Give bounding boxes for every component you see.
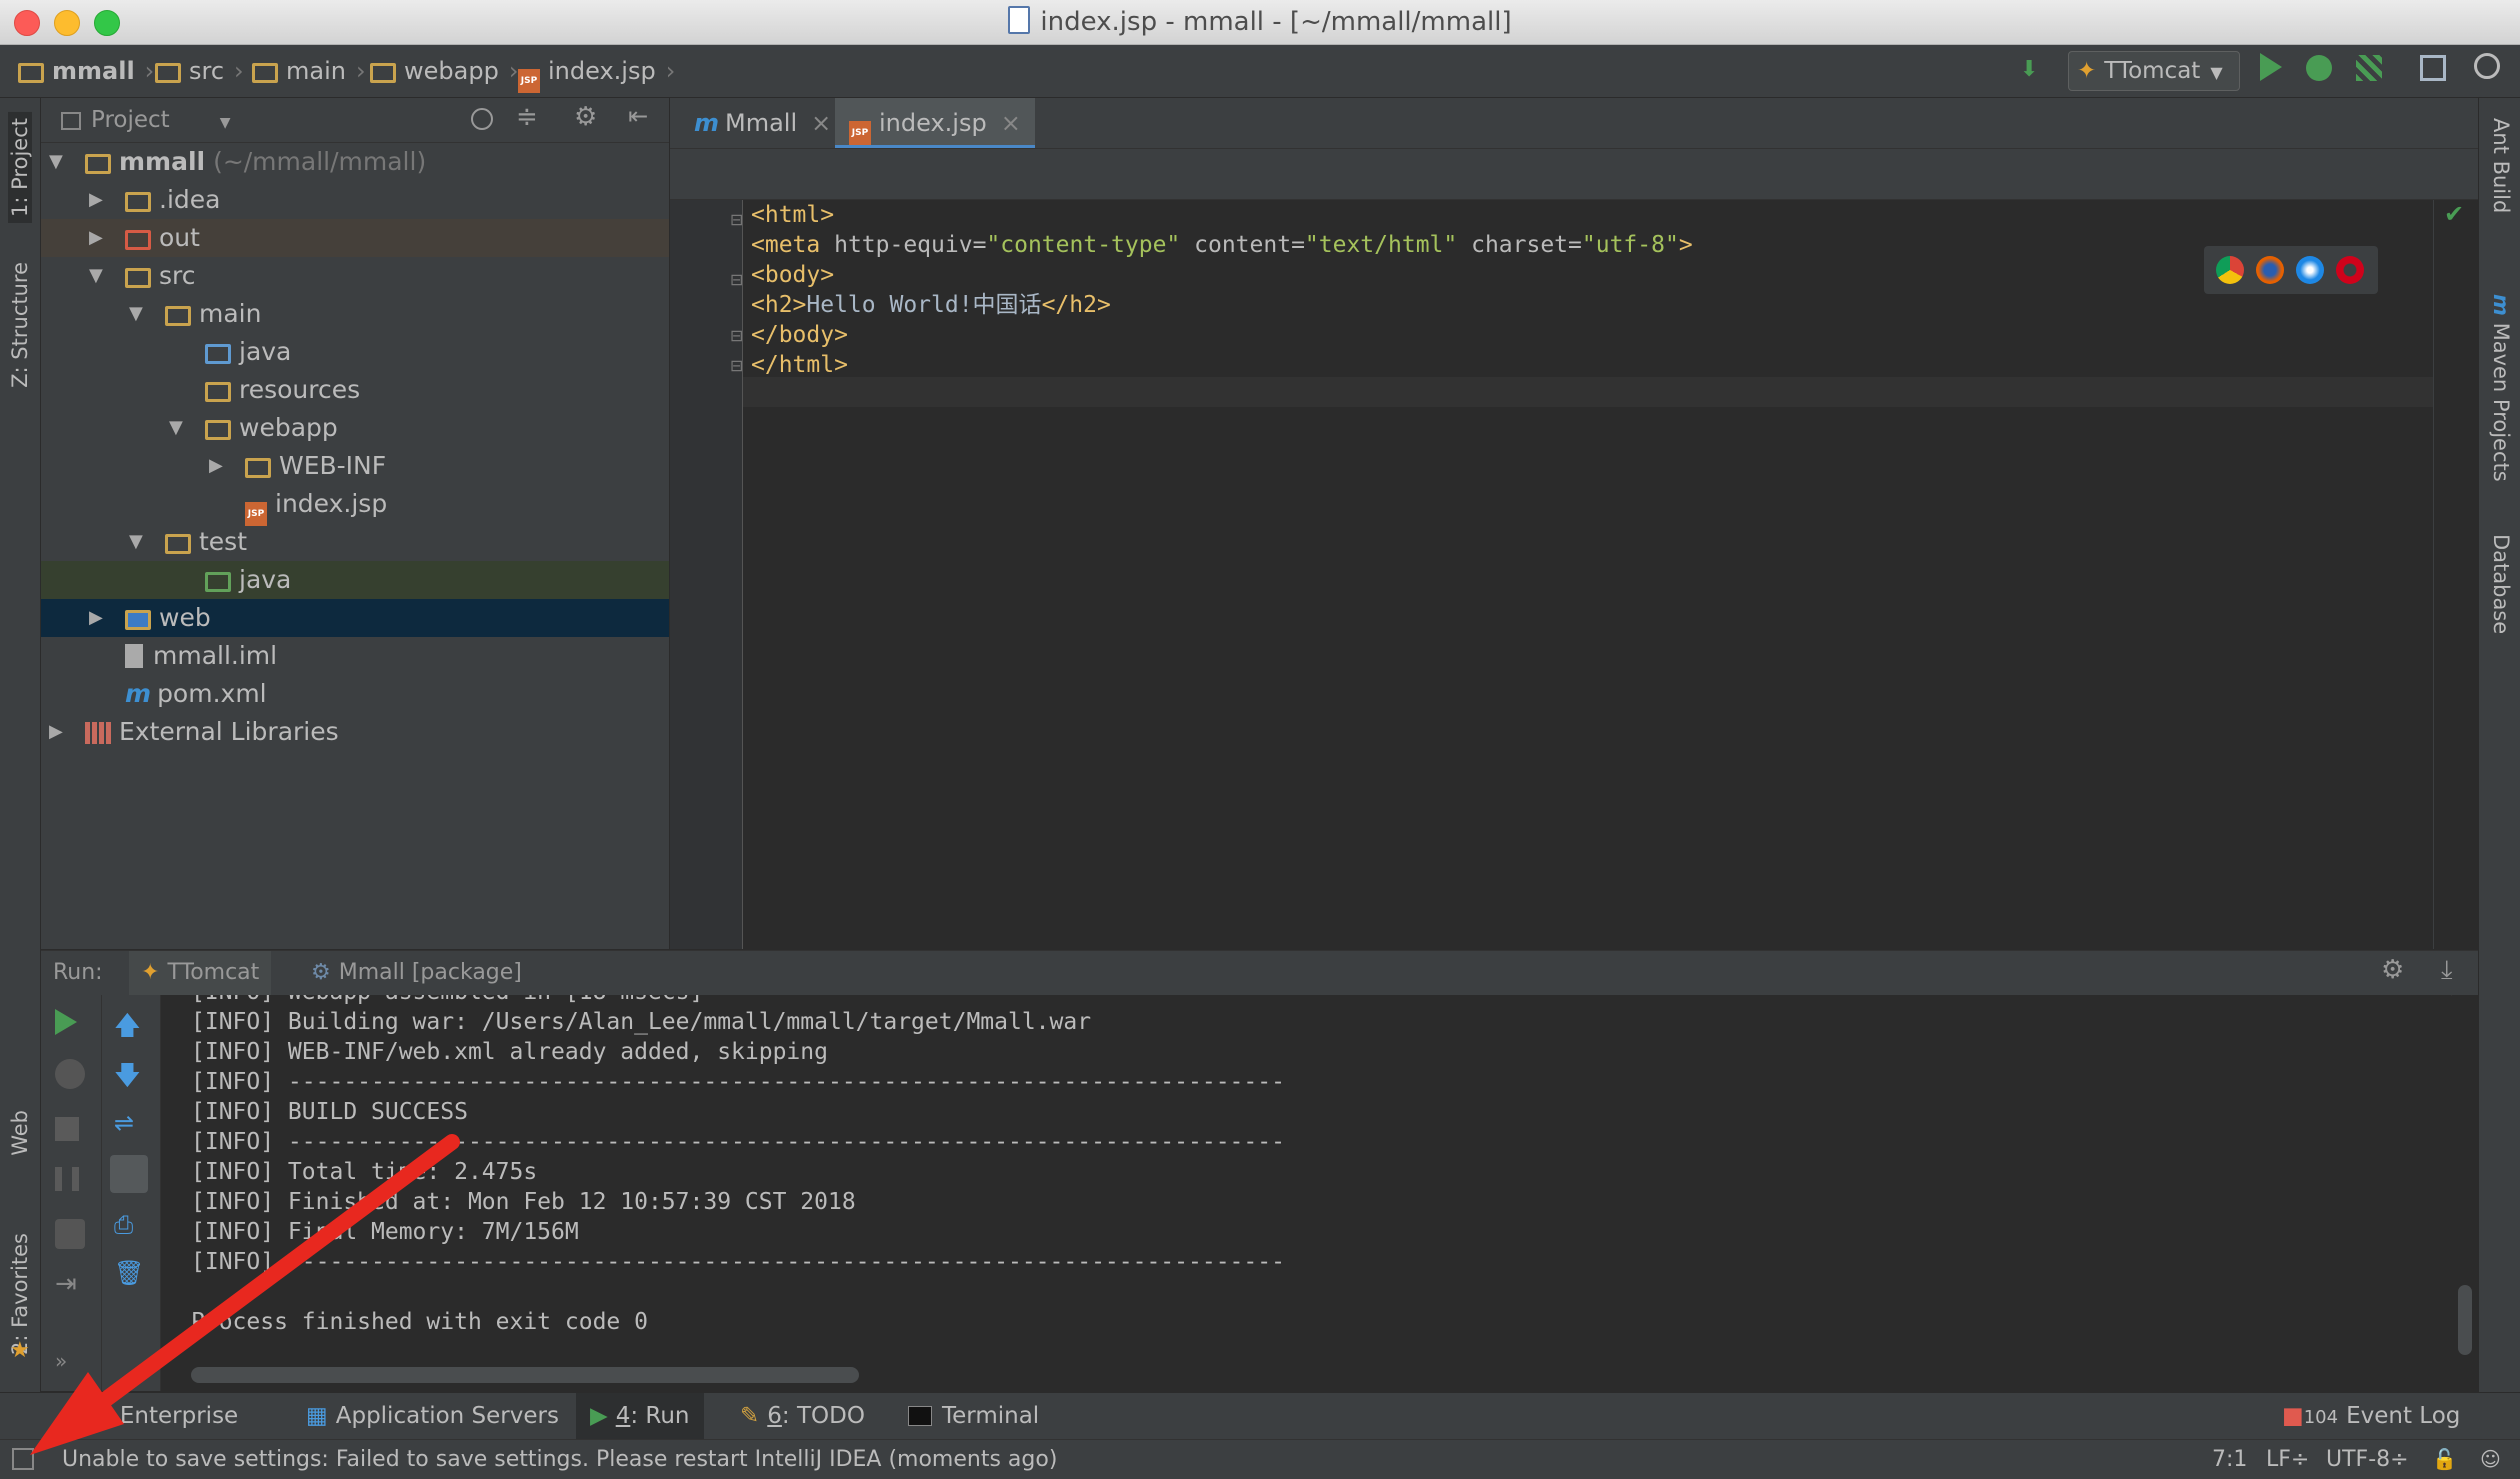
annotation-arrow: [30, 1134, 460, 1455]
